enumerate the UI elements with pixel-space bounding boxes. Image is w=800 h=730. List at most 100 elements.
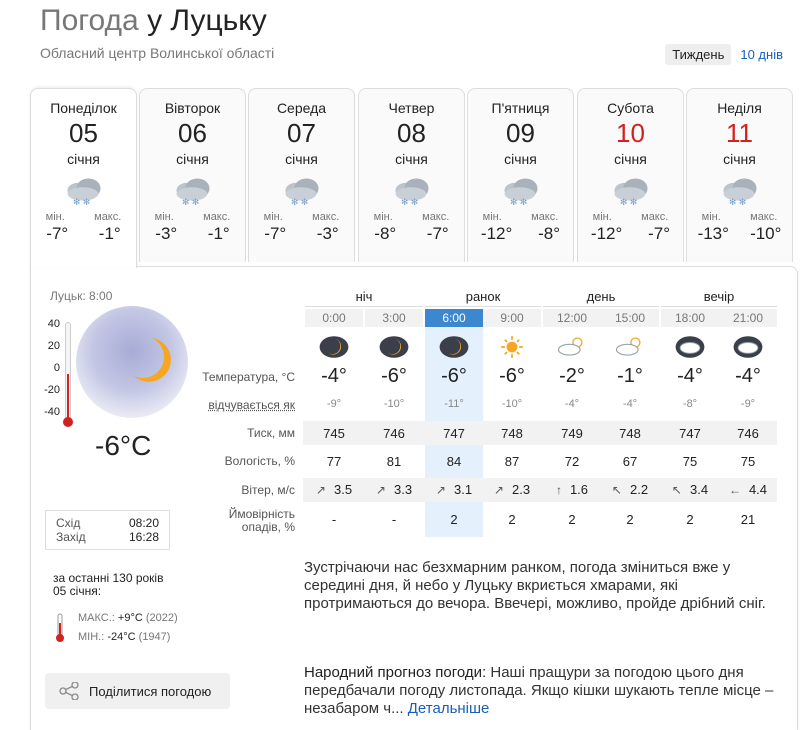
share-icon	[59, 682, 79, 700]
svg-text:✻ ✻: ✻ ✻	[291, 197, 308, 206]
wind-direction-icon: ↗	[435, 482, 446, 497]
hour-icon	[425, 333, 483, 361]
day-tab-11[interactable]: Неділя 11 січня ✻ ✻ мін. макс. -13° -10°	[686, 88, 793, 262]
max-temp: -1°	[207, 224, 230, 243]
label-temperature: Температура, °C	[202, 370, 295, 384]
sunrise-time: 08:20	[128, 516, 159, 530]
day-number: 06	[178, 118, 207, 148]
wind-direction-icon: ←	[728, 482, 741, 497]
cloudy-snow-icon: ✻ ✻	[285, 178, 318, 206]
hour-pressure: 745	[323, 426, 345, 441]
max-temp: -10°	[750, 224, 782, 243]
hour-feels: -4°	[564, 398, 580, 410]
day-name: П'ятниця	[491, 100, 550, 116]
sun-icon	[501, 336, 523, 358]
history-max-value: +9°C	[117, 612, 143, 624]
wind-direction-icon: ↖	[671, 482, 682, 497]
scale-tick: 0	[53, 362, 60, 374]
hour-precip: 2	[450, 512, 458, 527]
day-tab-08[interactable]: Четвер 08 січня ✻ ✻ мін. макс. -8° -7°	[358, 88, 465, 262]
min-temp: -3°	[155, 224, 178, 243]
segment-divider	[543, 306, 659, 307]
day-month: січня	[285, 151, 318, 167]
cloudy-snow-icon: ✻ ✻	[395, 178, 428, 206]
cloudy-snow-icon: ✻ ✻	[176, 178, 209, 206]
hour-humidity: 81	[386, 454, 402, 469]
min-label: мін.	[592, 211, 612, 223]
history-thermometer-icon	[56, 613, 64, 642]
day-tab-07[interactable]: Середа 07 січня ✻ ✻ мін. макс. -7° -3°	[248, 88, 355, 262]
hour-pressure: 747	[443, 426, 465, 441]
hour-icon	[601, 333, 659, 361]
period-week-button[interactable]: Тиждень	[665, 44, 732, 65]
wind-speed: 2.2	[629, 482, 649, 497]
min-label: мін.	[373, 211, 393, 223]
folk-more-link[interactable]: Детальніше	[408, 700, 490, 717]
label-precip-line2: опадів, %	[241, 520, 295, 534]
hour-temp: -4°	[321, 365, 347, 387]
history-min-value: -24°C	[107, 631, 136, 643]
hour-precip: -	[331, 512, 337, 527]
wind-direction-icon: ↗	[375, 482, 386, 497]
wind-direction-icon: ↑	[555, 482, 562, 497]
day-icon: ✻ ✻	[468, 173, 573, 209]
hour-time: 6:00	[425, 309, 483, 327]
hour-feels: -10°	[383, 398, 405, 410]
day-name: Понеділок	[50, 100, 117, 116]
folk-forecast: Народний прогноз погоди: Наші пращури за…	[304, 664, 774, 718]
hour-time: 3:00	[365, 309, 423, 327]
cloudy-snow-icon: ✻ ✻	[504, 178, 537, 206]
wind-direction-icon: ↖	[611, 482, 622, 497]
cloudy-snow-icon: ✻ ✻	[614, 178, 647, 206]
hour-wind: ↗ 2.3	[483, 482, 541, 497]
day-tab-05[interactable]: Понеділок 05 січня ✻ ✻ мін. макс. -7° -1°	[30, 88, 137, 268]
wind-speed: 4.4	[748, 482, 768, 497]
thermometer-icon	[63, 322, 73, 427]
segment-1: ранок	[465, 289, 501, 304]
hour-pressure: 746	[383, 426, 405, 441]
sunrise-label: Схід	[56, 516, 81, 530]
cloud-icon	[675, 336, 705, 358]
segment-divider	[661, 306, 777, 307]
scale-tick: 20	[47, 340, 60, 352]
max-label: макс.	[312, 211, 340, 223]
day-number: 10	[616, 118, 645, 148]
hour-precip: 21	[740, 512, 756, 527]
wind-speed: 3.4	[689, 482, 709, 497]
scale-tick: -40	[44, 406, 60, 418]
min-temp: -8°	[374, 224, 397, 243]
hour-time: 21:00	[719, 309, 777, 327]
hour-precip: 2	[508, 512, 516, 527]
day-tab-10[interactable]: Субота 10 січня ✻ ✻ мін. макс. -12° -7°	[577, 88, 684, 262]
segment-divider	[305, 306, 423, 307]
hour-humidity: 87	[504, 454, 520, 469]
max-temp: -7°	[648, 224, 671, 243]
max-label: макс.	[422, 211, 450, 223]
history-min-label: МІН.:	[78, 631, 105, 643]
svg-text:✻ ✻: ✻ ✻	[73, 197, 90, 206]
wind-speed: 3.1	[453, 482, 473, 497]
hour-precip: -	[391, 512, 397, 527]
hour-temp: -6°	[381, 365, 407, 387]
max-temp: -8°	[538, 224, 561, 243]
share-button[interactable]: Поділитися погодою	[45, 673, 230, 709]
day-name: Четвер	[388, 100, 435, 116]
day-name: Середа	[276, 100, 327, 116]
history-line2: 05 січня:	[53, 584, 102, 598]
hour-pressure: 749	[561, 426, 583, 441]
crescent-moon-icon	[134, 338, 171, 382]
period-10-days-link[interactable]: 10 днів	[733, 44, 790, 65]
day-tab-09[interactable]: П'ятниця 09 січня ✻ ✻ мін. макс. -12° -8°	[467, 88, 574, 262]
sun-cloud-icon	[615, 337, 641, 356]
hour-feels: -9°	[326, 398, 342, 410]
day-tab-06[interactable]: Вівторок 06 січня ✻ ✻ мін. макс. -3° -1°	[139, 88, 246, 262]
max-temp: -3°	[316, 224, 339, 243]
day-number: 08	[397, 118, 426, 148]
scale-tick: 40	[47, 318, 60, 330]
min-label: мін.	[45, 211, 65, 223]
hour-icon	[483, 333, 541, 361]
day-number: 11	[726, 118, 753, 148]
page-title: Погода у Луцьку	[40, 4, 267, 37]
max-temp: -1°	[98, 224, 121, 243]
scale-tick: -20	[44, 384, 60, 396]
